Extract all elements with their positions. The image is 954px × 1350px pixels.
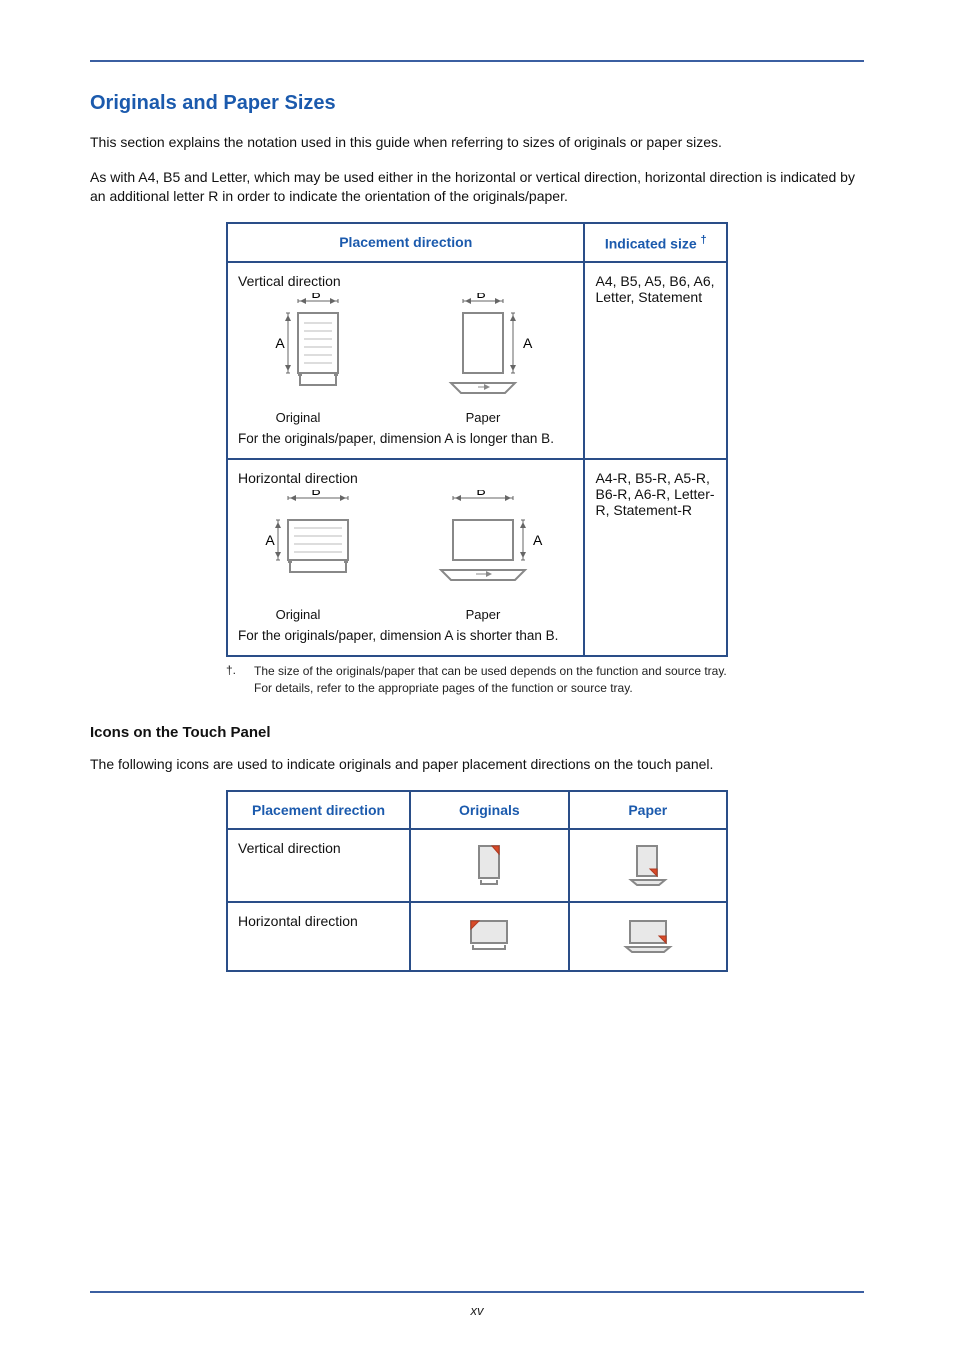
original-horizontal-icon — [461, 913, 517, 955]
col-indicated-header-dagger: † — [701, 234, 707, 246]
section-heading: Originals and Paper Sizes — [90, 92, 864, 115]
diagram-a-label: A — [275, 335, 285, 351]
diagram-b-label: B — [476, 293, 485, 301]
diagram-b-label: B — [311, 490, 320, 498]
diagram-paper-horizontal: B A — [418, 490, 548, 622]
cell-vertical-placement: Vertical direction B — [227, 262, 584, 459]
col-paper-header: Paper — [569, 791, 727, 829]
col-indicated-header: Indicated size † — [584, 223, 727, 263]
cell-icon-original-horizontal — [410, 902, 568, 971]
cell-horizontal-note: For the originals/paper, dimension A is … — [238, 628, 573, 643]
intro-paragraph-2: As with A4, B5 and Letter, which may be … — [90, 168, 864, 206]
original-landscape-icon: B A — [238, 490, 358, 602]
icons-table: Placement direction Originals Paper Vert… — [226, 790, 728, 972]
bottom-rule — [90, 1291, 864, 1293]
paper-portrait-icon: B A — [418, 293, 548, 405]
diagram-original-horizontal: B A — [238, 490, 358, 622]
intro-paragraph-1: This section explains the notation used … — [90, 133, 864, 152]
placement-size-table: Placement direction Indicated size † Ver… — [226, 222, 728, 658]
col-indicated-header-text: Indicated size — [605, 235, 697, 251]
paper-horizontal-icon — [620, 913, 676, 955]
table-row: Vertical direction B — [227, 262, 727, 459]
diagram-caption-original: Original — [238, 607, 358, 622]
diagram-paper-vertical: B A — [418, 293, 548, 425]
paper-landscape-icon: B A — [418, 490, 548, 602]
subsection-heading: Icons on the Touch Panel — [90, 724, 864, 741]
table-header-row: Placement direction Originals Paper — [227, 791, 727, 829]
diagram-caption-original: Original — [238, 410, 358, 425]
diagram-a-label: A — [523, 335, 533, 351]
subsection-intro: The following icons are used to indicate… — [90, 755, 864, 774]
diagram-group-vertical: B A — [238, 293, 573, 425]
cell-horizontal-placement: Horizontal direction B — [227, 459, 584, 656]
table-row: Horizontal direction — [227, 902, 727, 971]
col-placement-header: Placement direction — [227, 791, 410, 829]
cell-icon-original-vertical — [410, 829, 568, 902]
diagram-a-label: A — [265, 532, 275, 548]
col-placement-header: Placement direction — [227, 223, 584, 263]
footnote-text: The size of the originals/paper that can… — [254, 663, 728, 695]
diagram-caption-paper: Paper — [418, 410, 548, 425]
cell-horizontal-sizes: A4-R, B5-R, A5-R, B6-R, A6-R, Letter-R, … — [584, 459, 727, 656]
table-row: Horizontal direction B — [227, 459, 727, 656]
cell-icon-paper-vertical — [569, 829, 727, 902]
diagram-a-label: A — [533, 532, 543, 548]
diagram-b-label: B — [311, 293, 320, 301]
table-footnote: †. The size of the originals/paper that … — [226, 663, 728, 695]
diagram-caption-paper: Paper — [418, 607, 548, 622]
col-originals-header: Originals — [410, 791, 568, 829]
cell-direction: Vertical direction — [227, 829, 410, 902]
original-vertical-icon — [469, 840, 509, 886]
table-header-row: Placement direction Indicated size † — [227, 223, 727, 263]
cell-vertical-sizes: A4, B5, A5, B6, A6, Letter, Statement — [584, 262, 727, 459]
cell-icon-paper-horizontal — [569, 902, 727, 971]
cell-direction: Horizontal direction — [227, 902, 410, 971]
cell-vertical-note: For the originals/paper, dimension A is … — [238, 431, 573, 446]
original-portrait-icon: B A — [238, 293, 358, 405]
diagram-original-vertical: B A — [238, 293, 358, 425]
paper-vertical-icon — [625, 840, 671, 886]
diagram-b-label: B — [476, 490, 485, 498]
cell-direction-label: Horizontal direction — [238, 470, 573, 486]
diagram-group-horizontal: B A — [238, 490, 573, 622]
cell-direction-label: Vertical direction — [238, 273, 573, 289]
top-rule — [90, 60, 864, 62]
footnote-mark: †. — [226, 663, 236, 695]
table-row: Vertical direction — [227, 829, 727, 902]
page-number: xv — [90, 1303, 864, 1318]
